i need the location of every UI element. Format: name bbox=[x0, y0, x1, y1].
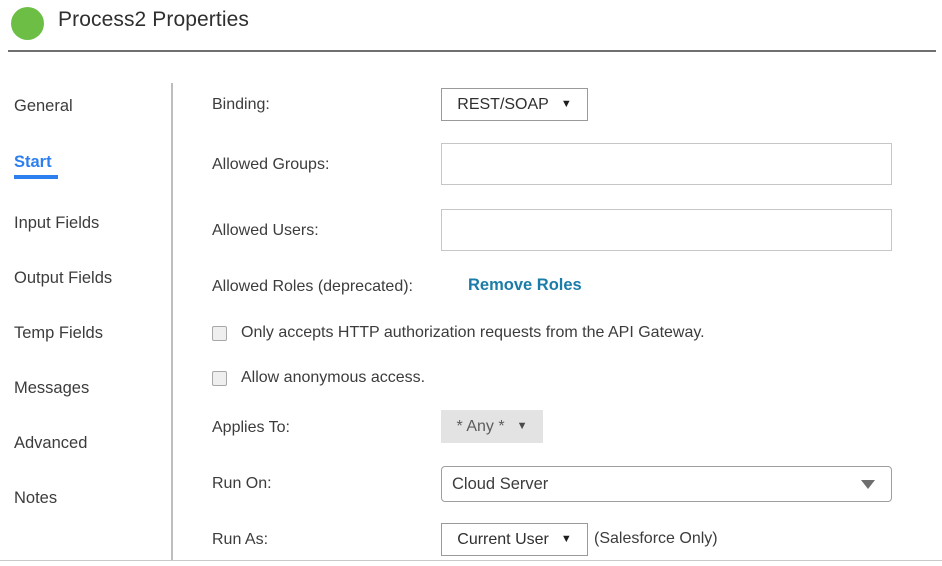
binding-select[interactable]: REST/SOAP ▼ bbox=[441, 88, 588, 121]
allowed-users-input[interactable] bbox=[441, 209, 892, 251]
applies-to-select-value: * Any * bbox=[456, 417, 505, 435]
run-as-label: Run As: bbox=[212, 531, 269, 548]
applies-to-label: Applies To: bbox=[212, 419, 290, 436]
binding-select-value: REST/SOAP bbox=[457, 95, 549, 113]
page-title: Process2 Properties bbox=[58, 8, 249, 31]
api-gateway-checkbox-row[interactable]: Only accepts HTTP authorization requests… bbox=[212, 324, 705, 342]
chevron-down-icon bbox=[861, 479, 875, 489]
chevron-down-icon: ▼ bbox=[560, 98, 572, 110]
api-gateway-checkbox-label: Only accepts HTTP authorization requests… bbox=[241, 324, 705, 341]
allowed-groups-label: Allowed Groups: bbox=[212, 156, 330, 173]
allowed-users-label: Allowed Users: bbox=[212, 222, 319, 239]
applies-to-select[interactable]: * Any * ▼ bbox=[441, 410, 543, 443]
chevron-down-icon: ▼ bbox=[516, 420, 528, 432]
run-as-select[interactable]: Current User ▼ bbox=[441, 523, 588, 556]
sidebar-item-general[interactable]: General bbox=[14, 96, 73, 116]
run-on-label: Run On: bbox=[212, 475, 272, 492]
chevron-down-icon: ▼ bbox=[560, 533, 572, 545]
anonymous-access-checkbox-label: Allow anonymous access. bbox=[241, 369, 426, 386]
sidebar-item-advanced[interactable]: Advanced bbox=[14, 433, 87, 453]
run-as-note: (Salesforce Only) bbox=[594, 530, 718, 547]
anonymous-access-checkbox[interactable] bbox=[212, 370, 227, 386]
run-as-select-value: Current User bbox=[457, 530, 549, 548]
sidebar-divider bbox=[171, 83, 173, 561]
run-on-value: Cloud Server bbox=[452, 474, 549, 493]
window-header: Process2 Properties bbox=[0, 0, 942, 52]
sidebar-item-messages[interactable]: Messages bbox=[14, 378, 89, 398]
sidebar-item-notes[interactable]: Notes bbox=[14, 488, 57, 508]
header-divider bbox=[8, 50, 936, 52]
binding-label: Binding: bbox=[212, 96, 270, 113]
active-tab-indicator bbox=[14, 175, 58, 179]
sidebar-nav: General Start Input Fields Output Fields… bbox=[0, 78, 172, 561]
sidebar-item-output-fields[interactable]: Output Fields bbox=[14, 268, 112, 288]
sidebar-item-start[interactable]: Start bbox=[14, 152, 52, 172]
run-on-combobox[interactable]: Cloud Server bbox=[441, 466, 892, 502]
bottom-divider bbox=[0, 560, 942, 561]
sidebar-item-temp-fields[interactable]: Temp Fields bbox=[14, 323, 103, 343]
anonymous-access-checkbox-row[interactable]: Allow anonymous access. bbox=[212, 369, 425, 387]
remove-roles-link[interactable]: Remove Roles bbox=[468, 276, 582, 295]
allowed-groups-input[interactable] bbox=[441, 143, 892, 185]
green-circle-icon bbox=[11, 7, 44, 40]
api-gateway-checkbox[interactable] bbox=[212, 325, 227, 341]
allowed-roles-label: Allowed Roles (deprecated): bbox=[212, 278, 413, 295]
sidebar-item-input-fields[interactable]: Input Fields bbox=[14, 213, 99, 233]
